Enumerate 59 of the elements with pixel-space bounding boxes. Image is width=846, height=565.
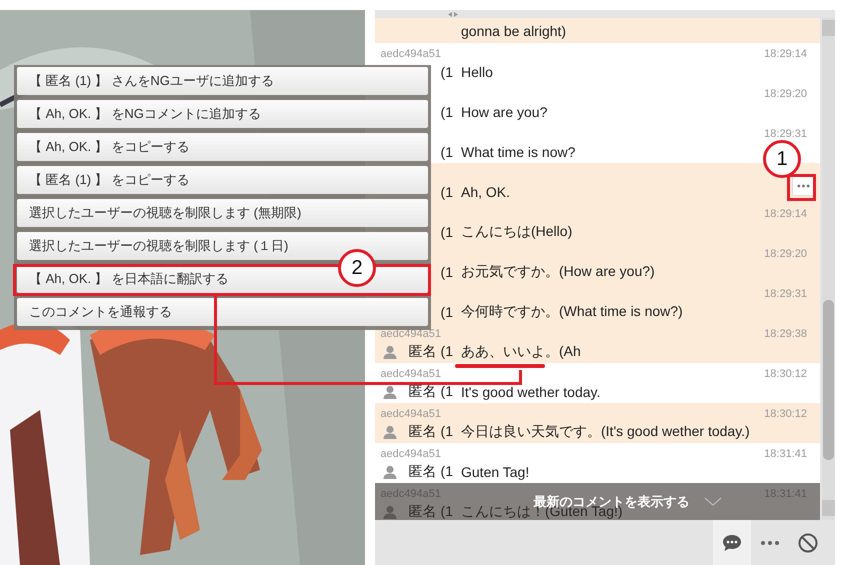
menu-item[interactable]: 【 Ah, OK. 】 をコピーする xyxy=(17,133,428,161)
chevron-down-icon xyxy=(704,497,722,506)
user-id: aedc494a51 xyxy=(380,48,441,60)
comment-text: How are you? xyxy=(461,104,548,120)
more-button[interactable] xyxy=(792,176,814,196)
menu-item[interactable]: 【 Ah, OK. 】 をNGコメントに追加する xyxy=(17,100,428,128)
highlighted-comment-row[interactable]: aedc494a51 18:29:38 匿名 (1 ああ、いいよ。(Ah xyxy=(375,323,820,363)
comment-text: 今日は良い天気です。(It's good wether today.) xyxy=(461,422,750,440)
menu-item[interactable]: 【 匿名 (1) 】 さんをNGユーザに追加する xyxy=(17,67,428,95)
user-name: (1 xyxy=(440,64,453,80)
user-name: (1 xyxy=(440,144,453,160)
timestamp: 18:30:12 xyxy=(764,368,807,380)
timestamp: 18:29:38 xyxy=(764,328,807,340)
user-id: aedc494a51 xyxy=(380,448,441,460)
timestamp: 18:29:20 xyxy=(764,248,807,260)
comment-text: Ah, OK. xyxy=(461,184,510,200)
more-icon xyxy=(760,540,780,546)
comment-text: お元気ですか。(How are you?) xyxy=(461,262,655,280)
timestamp: 18:31:41 xyxy=(764,448,807,460)
user-name: 匿名 (1 xyxy=(408,462,453,480)
scrollbar-thumb[interactable] xyxy=(823,300,834,460)
timestamp: 18:29:31 xyxy=(764,288,807,300)
user-name: (1 xyxy=(440,104,453,120)
user-id: aedc494a51 xyxy=(380,408,441,420)
comment-icon xyxy=(722,534,742,552)
user-name: 匿名 (1 xyxy=(408,342,453,360)
more-icon xyxy=(796,184,810,188)
comment-button[interactable] xyxy=(713,520,751,565)
timestamp: 18:29:14 xyxy=(764,208,807,220)
comment-text: What time is now? xyxy=(461,144,576,160)
highlighted-comment-row[interactable]: aedc494a51 18:30:12 匿名 (1 今日は良い天気です。(It's good wether today.) xyxy=(375,403,820,443)
menu-item[interactable]: このコメントを通報する xyxy=(17,298,428,326)
user-id: aedc494a51 xyxy=(380,368,441,380)
comment-text: Guten Tag! xyxy=(461,464,530,480)
highlighted-comment-row[interactable]: gonna be alright) xyxy=(375,18,820,43)
comment-text: こんにちは(Hello) xyxy=(461,222,572,240)
menu-item[interactable]: 【 匿名 (1) 】 をコピーする xyxy=(17,166,428,194)
user-name: (1 xyxy=(440,264,453,280)
timestamp: 18:29:20 xyxy=(764,88,807,100)
block-icon xyxy=(798,532,818,552)
comment-text: 今何時ですか。(What time is now?) xyxy=(461,302,683,320)
user-name: (1 xyxy=(440,304,453,320)
user-id: aedc494a51 xyxy=(380,328,441,340)
user-name: 匿名 (1 xyxy=(408,422,453,440)
timestamp: 18:30:12 xyxy=(764,408,807,420)
user-name: (1 xyxy=(440,184,453,200)
user-name: 匿名 (1 xyxy=(408,502,453,520)
comment-text: gonna be alright) xyxy=(461,22,566,38)
user-name: (1 xyxy=(440,224,453,240)
menu-item[interactable]: 選択したユーザーの視聴を制限します (無期限) xyxy=(17,199,428,227)
timestamp: 18:29:31 xyxy=(764,128,807,140)
menu-item[interactable]: 選択したユーザーの視聴を制限します (１日) xyxy=(17,232,428,260)
comment-text: ああ、いいよ。(Ah xyxy=(461,342,581,360)
user-name: 匿名 (1 xyxy=(408,382,453,400)
comment-text: Hello xyxy=(461,64,493,80)
timestamp: 18:29:14 xyxy=(764,48,807,60)
comment-text: It's good wether today. xyxy=(461,384,600,400)
scrollbar[interactable] xyxy=(822,18,835,520)
resize-arrows-icon[interactable] xyxy=(448,12,458,16)
